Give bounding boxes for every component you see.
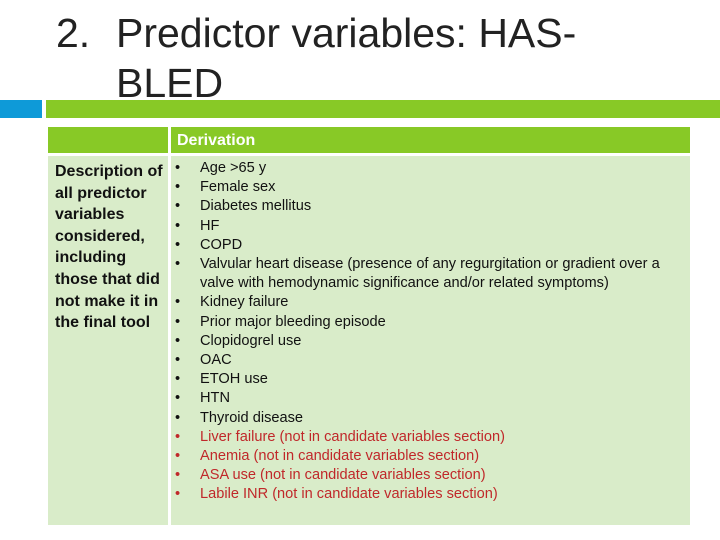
- table-row: Description of all predictor variables c…: [48, 156, 690, 525]
- table-header-row: Derivation: [48, 127, 690, 153]
- list-item: COPD: [171, 236, 690, 255]
- list-item: HTN: [171, 389, 690, 408]
- list-item: Liver failure (not in candidate variable…: [171, 428, 690, 447]
- list-item: ASA use (not in candidate variables sect…: [171, 466, 690, 485]
- title-text: Predictor variables: HAS-BLED: [116, 10, 577, 106]
- list-item: Age >65 y: [171, 159, 690, 178]
- list-item: Clopidogrel use: [171, 332, 690, 351]
- list-item: Diabetes mellitus: [171, 197, 690, 216]
- list-item: Kidney failure: [171, 293, 690, 312]
- list-item: Prior major bleeding episode: [171, 313, 690, 332]
- list-item: Anemia (not in candidate variables secti…: [171, 447, 690, 466]
- list-item: OAC: [171, 351, 690, 370]
- list-item: ETOH use: [171, 370, 690, 389]
- title-number: 2.: [56, 10, 91, 56]
- list-item: HF: [171, 217, 690, 236]
- list-item: Valvular heart disease (presence of any …: [171, 255, 690, 293]
- accent-bar-blue: [0, 100, 42, 118]
- header-cell-derivation: Derivation: [171, 127, 690, 153]
- predictor-table: Derivation Description of all predictor …: [48, 127, 690, 525]
- predictor-list: Age >65 yFemale sexDiabetes mellitusHFCO…: [171, 159, 690, 505]
- list-item: Thyroid disease: [171, 409, 690, 428]
- derivation-cell: Age >65 yFemale sexDiabetes mellitusHFCO…: [171, 156, 690, 525]
- list-item: Female sex: [171, 178, 690, 197]
- header-cell-empty: [48, 127, 168, 153]
- row-label: Description of all predictor variables c…: [48, 156, 168, 525]
- accent-bar-green: [46, 100, 720, 118]
- list-item: Labile INR (not in candidate variables s…: [171, 485, 690, 504]
